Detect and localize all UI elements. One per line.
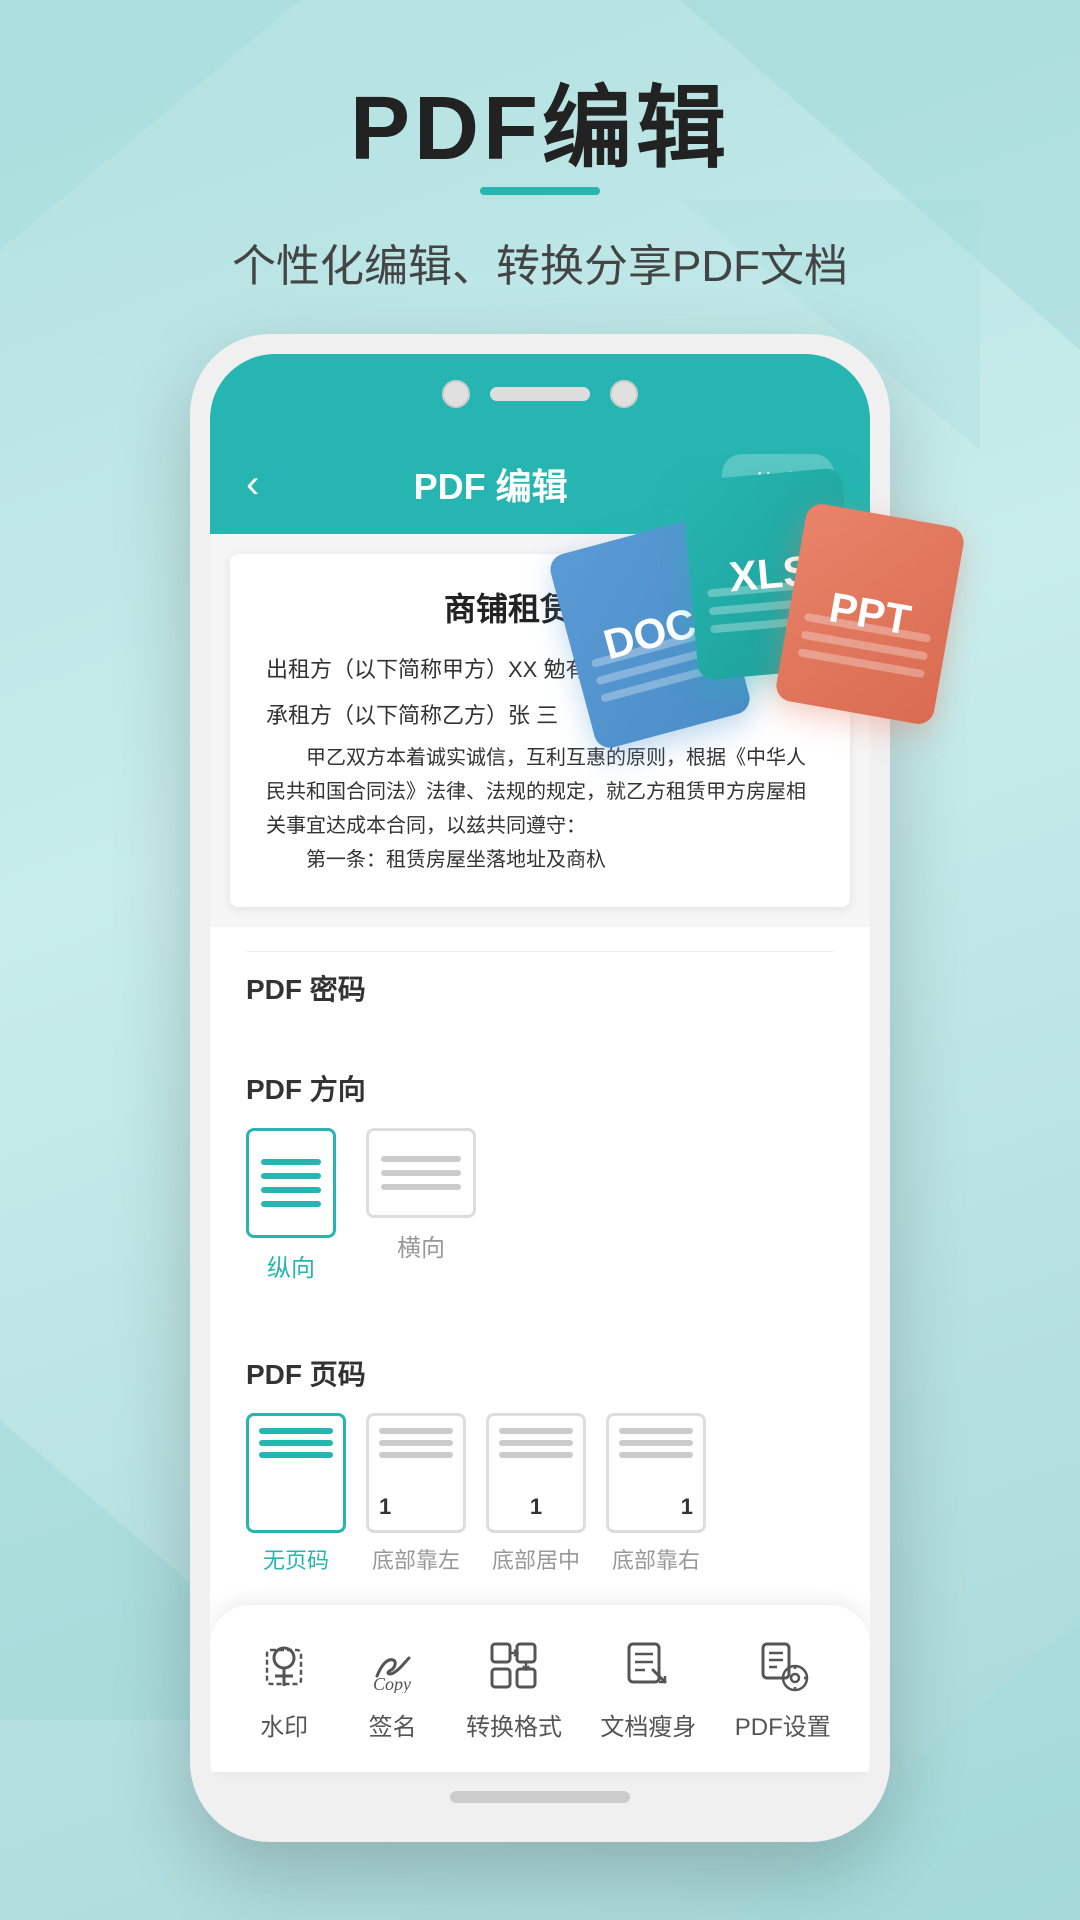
portrait-line-4 xyxy=(261,1201,321,1207)
pagenum-bl-icon: 1 xyxy=(366,1413,466,1533)
landscape-icon xyxy=(366,1128,476,1218)
pn-bl-number: 1 xyxy=(379,1494,453,1520)
portrait-label: 纵向 xyxy=(267,1248,315,1283)
toolbar-compress[interactable]: 文档瘦身 xyxy=(600,1635,696,1742)
main-title: PDF编辑 xyxy=(0,80,1080,179)
orientation-landscape[interactable]: 横向 xyxy=(366,1128,476,1283)
pagenum-title: PDF 页码 xyxy=(246,1353,834,1393)
title-underline xyxy=(480,187,600,195)
signature-icon: Copy xyxy=(358,1635,428,1695)
compress-label: 文档瘦身 xyxy=(600,1707,696,1742)
watermark-icon xyxy=(249,1635,319,1695)
toolbar-pdf-settings[interactable]: PDF设置 xyxy=(735,1635,831,1742)
pn-bc-line-3 xyxy=(499,1452,573,1458)
pn-bl-line-2 xyxy=(379,1440,453,1446)
orientation-options: 纵向 横向 xyxy=(246,1128,834,1283)
portrait-lines xyxy=(253,1151,329,1215)
toolbar-convert[interactable]: 转换格式 xyxy=(466,1635,562,1742)
pagenum-bottom-right[interactable]: 1 底部靠右 xyxy=(606,1413,706,1575)
header-section: PDF编辑 个性化编辑、转换分享PDF文档 xyxy=(0,0,1080,334)
pdf-settings-icon xyxy=(748,1635,818,1695)
pagenum-none-label: 无页码 xyxy=(263,1543,329,1575)
pn-bl-line-3 xyxy=(379,1452,453,1458)
phone-home-area xyxy=(210,1772,870,1822)
convert-label: 转换格式 xyxy=(466,1707,562,1742)
back-button[interactable]: ‹ xyxy=(246,462,259,507)
pagenum-br-icon: 1 xyxy=(606,1413,706,1533)
toolbar-watermark[interactable]: 水印 xyxy=(249,1635,319,1742)
landscape-line-3 xyxy=(381,1184,461,1190)
pagenum-options: 无页码 1 底部靠左 xyxy=(246,1413,834,1575)
pagenum-br-label: 底部靠右 xyxy=(612,1543,700,1575)
pagenum-bl-label: 底部靠左 xyxy=(372,1543,460,1575)
pn-br-line-2 xyxy=(619,1440,693,1446)
toolbar-title: PDF 编辑 xyxy=(414,458,568,510)
orientation-title: PDF 方向 xyxy=(246,1068,834,1108)
speaker-bar xyxy=(490,387,590,401)
convert-icon xyxy=(479,1635,549,1695)
pn-bl-line-1 xyxy=(379,1428,453,1434)
pn-bc-line-2 xyxy=(499,1440,573,1446)
phone-container: ‹ PDF 编辑 分享 1/2 商铺租赁合同 出租方（以下简称甲方）XX 勉有限… xyxy=(190,334,890,1842)
pagenum-bottom-left[interactable]: 1 底部靠左 xyxy=(366,1413,466,1575)
pn-line-3 xyxy=(259,1452,333,1458)
pn-br-line-1 xyxy=(619,1428,693,1434)
pn-lines-bc xyxy=(499,1428,573,1458)
subtitle: 个性化编辑、转换分享PDF文档 xyxy=(0,230,1080,294)
orientation-section: PDF 方向 纵向 xyxy=(210,1038,870,1333)
bottom-toolbar: 水印 Copy 签名 xyxy=(210,1605,870,1772)
pagenum-bc-icon: 1 xyxy=(486,1413,586,1533)
svg-text:Copy: Copy xyxy=(373,1674,411,1693)
pagenum-none-icon xyxy=(246,1413,346,1533)
ppt-card-lines xyxy=(774,502,966,727)
camera-left xyxy=(442,380,470,408)
watermark-label: 水印 xyxy=(260,1707,308,1742)
divider-1 xyxy=(246,951,834,952)
compress-icon xyxy=(613,1635,683,1695)
pagenum-none[interactable]: 无页码 xyxy=(246,1413,346,1575)
format-cards-container: DOC XLS PPT xyxy=(570,454,970,804)
pn-line-1 xyxy=(259,1428,333,1434)
phone-notch-center xyxy=(442,380,638,408)
pn-line-2 xyxy=(259,1440,333,1446)
camera-right xyxy=(610,380,638,408)
orientation-portrait[interactable]: 纵向 xyxy=(246,1128,336,1283)
pagenum-bc-label: 底部居中 xyxy=(492,1543,580,1575)
pn-bc-line-1 xyxy=(499,1428,573,1434)
password-section: PDF 密码 xyxy=(210,927,870,1038)
pagenum-section: PDF 页码 无页码 xyxy=(210,1333,870,1605)
phone-notch-bar xyxy=(210,354,870,434)
ppt-card: PPT xyxy=(774,502,966,727)
landscape-lines xyxy=(381,1156,461,1190)
pn-lines-br xyxy=(619,1428,693,1458)
pn-br-line-3 xyxy=(619,1452,693,1458)
signature-label: 签名 xyxy=(369,1707,417,1742)
pn-lines-none xyxy=(259,1428,333,1458)
doc-body-2: 第一条：租赁房屋坐落地址及商杁 xyxy=(266,843,814,877)
pn-bc-number: 1 xyxy=(499,1494,573,1520)
portrait-line-3 xyxy=(261,1187,321,1193)
toolbar-signature[interactable]: Copy 签名 xyxy=(358,1635,428,1742)
portrait-icon xyxy=(246,1128,336,1238)
landscape-line-1 xyxy=(381,1156,461,1162)
landscape-line-2 xyxy=(381,1170,461,1176)
password-title: PDF 密码 xyxy=(246,968,834,1008)
portrait-line-1 xyxy=(261,1159,321,1165)
pn-br-number: 1 xyxy=(619,1494,693,1520)
pagenum-bottom-center[interactable]: 1 底部居中 xyxy=(486,1413,586,1575)
pdf-settings-label: PDF设置 xyxy=(735,1707,831,1742)
phone-home-bar xyxy=(450,1791,630,1803)
portrait-line-2 xyxy=(261,1173,321,1179)
landscape-label: 横向 xyxy=(397,1228,445,1263)
pn-lines-bl xyxy=(379,1428,453,1458)
